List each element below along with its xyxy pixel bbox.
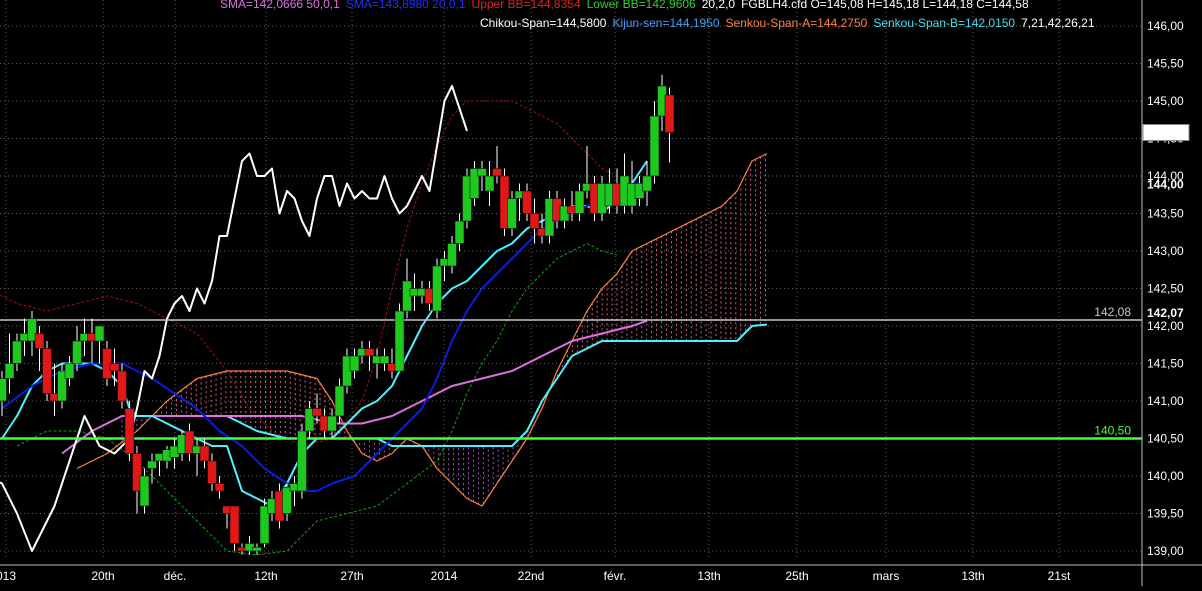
candle-body — [492, 168, 502, 177]
y-tick-label: 142,50 — [1147, 282, 1184, 296]
y-tick-label: 145,00 — [1147, 94, 1184, 108]
candle-body — [229, 505, 240, 544]
candle-body — [34, 333, 45, 349]
legend-item: SMA=143,8980 20,0,1 — [346, 0, 466, 11]
candle-body — [64, 363, 75, 379]
candle-body — [507, 198, 517, 229]
candle-body — [327, 415, 337, 432]
candle-body — [349, 355, 360, 372]
x-tick-label: mars — [873, 569, 900, 583]
y-tick-label: 146,00 — [1147, 19, 1184, 33]
candle-body — [72, 340, 82, 364]
legend-item: Kijun-sen=144,1950 — [612, 16, 719, 30]
candle-body — [12, 340, 22, 364]
candle-body — [312, 408, 322, 417]
x-tick-label: 21st — [1048, 569, 1071, 583]
candle-body — [297, 430, 307, 492]
last-close-tag: 144,58 — [1147, 127, 1184, 141]
candle-body — [649, 115, 660, 177]
candle-body — [529, 213, 540, 229]
candle-body — [252, 547, 262, 552]
reference-line-white-label: 142,08 — [1094, 305, 1131, 319]
candle-body — [477, 168, 487, 177]
legend-item: Upper BB=144,8354 — [472, 0, 581, 11]
legend-item: Senkou-Span-B=142,0150 — [873, 16, 1015, 30]
candle-body — [199, 445, 210, 462]
candle-body — [147, 460, 157, 469]
candle-body — [484, 175, 495, 192]
ichimoku-chart[interactable]: 142,08140,50 146,00145,50145,00144,50144… — [0, 0, 1202, 586]
legend-item: 7,21,42,26,21 — [1021, 16, 1095, 30]
candle-body — [109, 363, 120, 372]
x-tick-label: 2014 — [431, 569, 458, 583]
candle-body — [117, 370, 127, 402]
candle-body — [139, 475, 150, 507]
x-tick-label: 013 — [0, 569, 16, 583]
legend-item: Chikou-Span=144,5800 — [480, 16, 607, 30]
chart-area[interactable]: 142,08140,50 146,00145,50145,00144,50144… — [0, 0, 1202, 586]
legend-item: SMA=142,0666 50,0,1 — [220, 0, 340, 11]
candle-body — [432, 265, 442, 312]
y-tick-label: 141,50 — [1147, 357, 1184, 371]
candle-body — [664, 94, 675, 133]
candle-body — [379, 355, 390, 364]
legend-item: 20,2,0 — [702, 0, 736, 11]
y-tick-label: 142,00 — [1147, 319, 1184, 333]
y-tick-label: 140,00 — [1147, 469, 1184, 483]
chart-background — [0, 0, 1202, 586]
legend-item: FGBLH4.cfd O=145,08 H=145,18 L=144,18 C=… — [741, 0, 1029, 11]
legend-item: Lower BB=142,9606 — [587, 0, 696, 11]
x-tick-label: 13th — [697, 569, 720, 583]
candle-body — [124, 408, 135, 454]
candle-body — [42, 348, 52, 394]
candle-body — [642, 175, 652, 192]
candle-body — [334, 385, 345, 417]
reference-line-green-label: 140,50 — [1094, 424, 1131, 438]
candle-body — [574, 190, 585, 214]
y-tick-label: 145,50 — [1147, 57, 1184, 71]
y-tick-label: 143,50 — [1147, 207, 1184, 221]
y-tick-label: 139,50 — [1147, 507, 1184, 521]
sma-value-tag: 142,07 — [1147, 306, 1184, 320]
candle-body — [522, 190, 532, 214]
candle-body — [364, 348, 375, 357]
y-tick-label: 140,50 — [1147, 432, 1184, 446]
x-tick-label: 20th — [91, 569, 114, 583]
kijun-value-tag: 144,00 — [1147, 178, 1184, 192]
candle-body — [394, 310, 405, 372]
y-tick-label: 139,00 — [1147, 544, 1184, 558]
candle-body — [447, 243, 457, 267]
candle-body — [207, 460, 217, 484]
x-tick-label: 22nd — [518, 569, 545, 583]
legend-line-2: Chikou-Span=144,5800 Kijun-sen=144,1950 Se… — [480, 16, 1095, 30]
x-tick-label: 27th — [340, 569, 363, 583]
x-tick-label: 13th — [961, 569, 984, 583]
x-tick-label: févr. — [604, 569, 627, 583]
x-tick-label: 25th — [785, 569, 808, 583]
y-tick-label: 141,00 — [1147, 394, 1184, 408]
x-tick-label: déc. — [164, 569, 187, 583]
candle-body — [94, 325, 105, 342]
y-tick-label: 143,00 — [1147, 244, 1184, 258]
legend-item: Senkou-Span-A=144,2750 — [726, 16, 868, 30]
candle-body — [214, 483, 225, 492]
candle-body — [0, 378, 7, 402]
x-tick-label: 12th — [254, 569, 277, 583]
candle-body — [454, 220, 465, 244]
candle-body — [4, 363, 15, 379]
